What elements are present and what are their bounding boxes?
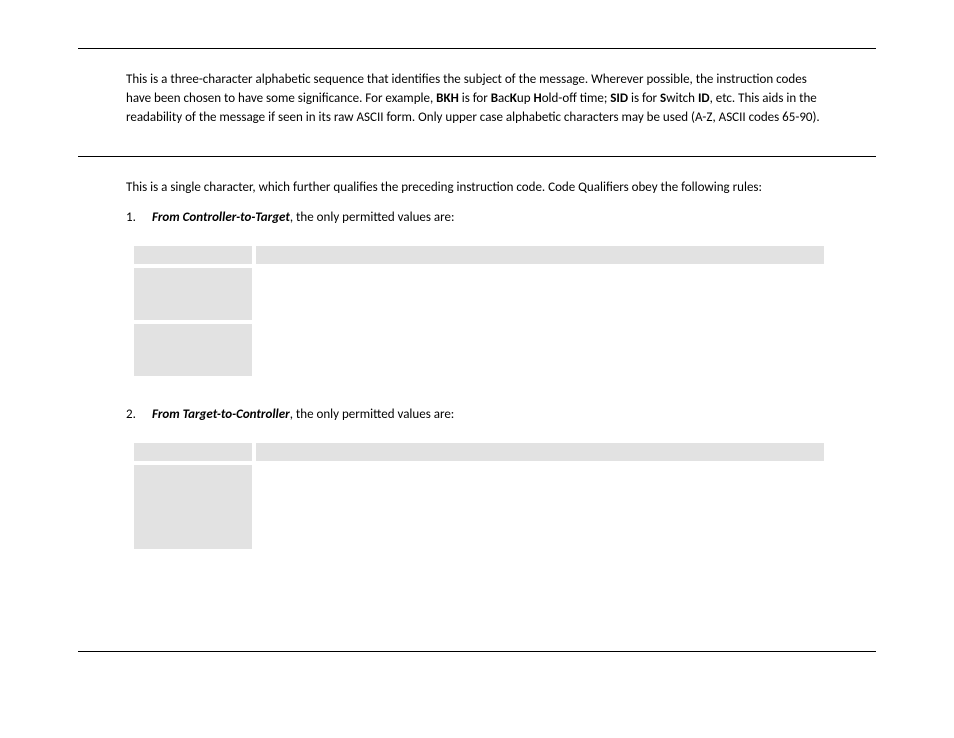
b3: H <box>534 91 542 106</box>
table-row <box>134 465 824 549</box>
b1: B <box>491 91 498 106</box>
bottom-rule <box>78 651 876 652</box>
cell-code <box>134 324 252 376</box>
header-cell-code <box>134 443 252 461</box>
sid: SID <box>610 91 628 106</box>
header-cell-code <box>134 246 252 264</box>
cell-code <box>134 465 252 549</box>
text: is for <box>628 91 660 106</box>
section-code-qualifier: This is a single character, which furthe… <box>78 157 876 602</box>
table-row <box>134 246 824 264</box>
text: ac <box>498 91 510 106</box>
table-row <box>134 443 824 461</box>
list-item-2: 2. From Target-to-Controller, the only p… <box>126 406 828 425</box>
list-number: 2. <box>126 406 152 425</box>
emph-lead: From Target-to-Controller <box>152 407 290 422</box>
emph-lead: From Controller-to-Target <box>152 210 290 225</box>
rest: , the only permitted values are: <box>290 210 455 225</box>
header-cell-meaning <box>256 443 824 461</box>
table-row <box>134 324 824 376</box>
section-instruction-code: This is a three-character alphabetic seq… <box>78 49 876 156</box>
table-controller-to-target <box>130 242 828 380</box>
qualifier-intro: This is a single character, which furthe… <box>126 179 828 198</box>
page: This is a three-character alphabetic seq… <box>0 0 954 702</box>
table-row <box>134 268 824 320</box>
rest: , the only permitted values are: <box>290 407 455 422</box>
instruction-code-paragraph: This is a three-character alphabetic seq… <box>126 71 828 128</box>
text: up <box>517 91 534 106</box>
list-item-1: 1. From Controller-to-Target, the only p… <box>126 209 828 228</box>
text: is for <box>459 91 491 106</box>
b2: K <box>510 91 517 106</box>
header-cell-meaning <box>256 246 824 264</box>
bkh: BKH <box>436 91 459 106</box>
b5: ID <box>698 91 710 106</box>
table-target-to-controller <box>130 439 828 553</box>
text: witch <box>666 91 698 106</box>
text: old-off time; <box>542 91 611 106</box>
cell-code <box>134 268 252 320</box>
footer-gap <box>78 601 876 651</box>
list-number: 1. <box>126 209 152 228</box>
list-text: From Controller-to-Target, the only perm… <box>152 209 828 228</box>
list-text: From Target-to-Controller, the only perm… <box>152 406 828 425</box>
